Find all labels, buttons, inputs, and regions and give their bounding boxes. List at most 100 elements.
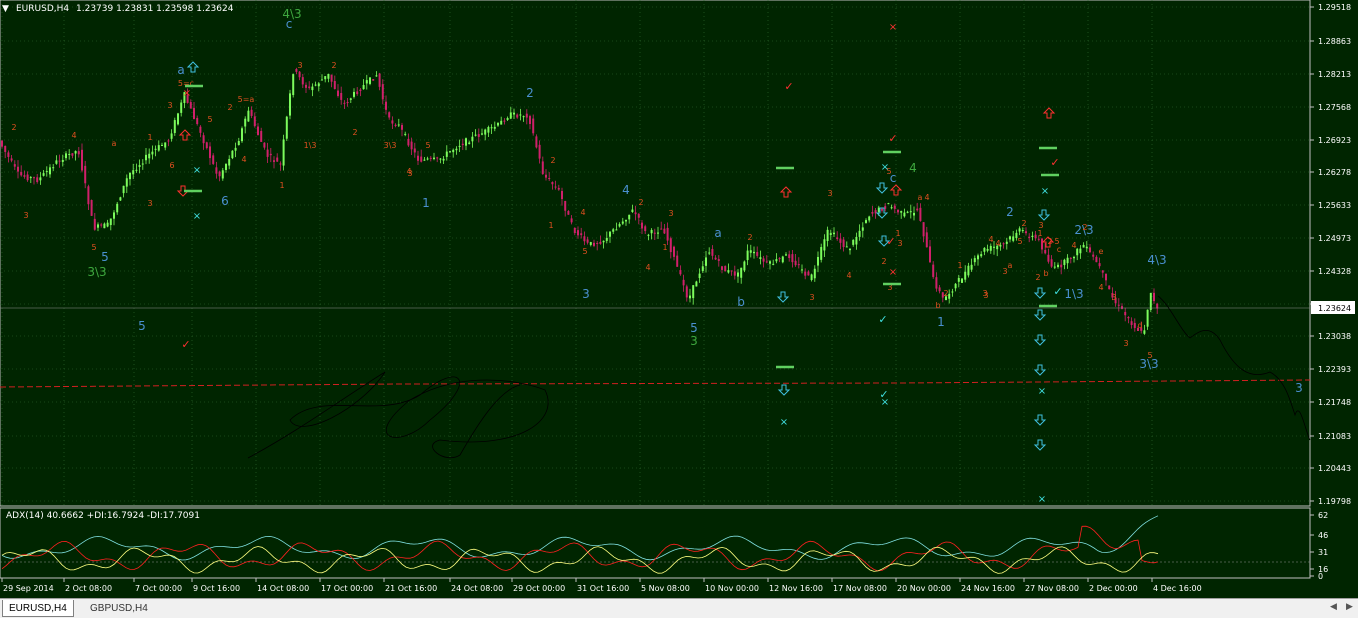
time-axis-label: 9 Oct 16:00 <box>193 584 240 593</box>
candle-body <box>266 149 269 157</box>
cross-icon: × <box>183 88 191 99</box>
candle-body <box>260 131 263 142</box>
up-arrow-icon <box>178 129 192 141</box>
candle-body <box>855 236 858 245</box>
candle-body <box>817 256 819 266</box>
time-axis-label: 24 Nov 16:00 <box>961 584 1015 593</box>
candle-body <box>573 227 576 233</box>
candle-body <box>209 146 211 159</box>
candle-body <box>586 239 589 243</box>
candle-body <box>807 271 810 276</box>
candle-body <box>279 163 282 165</box>
candle-body <box>218 171 221 177</box>
candle-body <box>135 169 138 171</box>
ohlc-values: 1.23739 1.23831 1.23598 1.23624 <box>76 4 234 14</box>
chart-canvas[interactable]: 1.29518 1.28863 1.28213 1.27568 1.26923 1.262… <box>0 0 1358 598</box>
candle-body <box>1009 236 1011 240</box>
candle-body <box>1146 309 1149 327</box>
up-arrow-icon <box>779 186 793 198</box>
chart-dropdown-icon[interactable]: ▼ <box>2 4 9 14</box>
candle-body <box>116 203 119 213</box>
candle-body <box>250 109 253 116</box>
small-wave-label: 1 <box>147 133 152 142</box>
candle-body <box>529 116 531 124</box>
small-wave-label: 3 <box>1038 221 1043 230</box>
candle-body <box>871 211 874 214</box>
adx-line <box>1 515 1159 561</box>
small-wave-label: 2 <box>747 233 752 242</box>
candle-body <box>93 218 96 230</box>
down-arrow-icon <box>1033 414 1047 426</box>
candle-body <box>125 178 128 187</box>
main-frame <box>0 0 1311 507</box>
candle-body <box>545 174 547 178</box>
candle-body <box>852 239 855 245</box>
down-arrow-icon <box>1033 309 1047 321</box>
candle-body <box>845 246 848 248</box>
candle-body <box>1098 263 1101 267</box>
price-tick-label: 1.28863 <box>1318 37 1351 46</box>
tab-eurusd-h4[interactable]: EURUSD,H4 <box>2 600 74 617</box>
up-arrow-icon <box>186 61 200 73</box>
candle-body <box>244 118 247 127</box>
price-tick-label: 1.23038 <box>1318 332 1351 341</box>
candle-body <box>84 165 87 184</box>
projection-path <box>1157 295 1311 441</box>
candle-body <box>1031 235 1034 238</box>
candle-body <box>778 258 781 260</box>
candle-body <box>490 127 493 129</box>
small-wave-label: 1 <box>662 243 667 252</box>
candle-body <box>714 257 717 260</box>
current-price-label: 1.23624 <box>1318 304 1351 313</box>
candle-body <box>359 89 362 92</box>
candle-body <box>695 281 698 287</box>
candle-body <box>221 170 224 179</box>
time-axis-label: 21 Oct 16:00 <box>385 584 437 593</box>
candle-body <box>679 270 682 275</box>
candle-body <box>749 250 752 253</box>
candle-body <box>97 224 99 228</box>
candle-body <box>145 154 147 161</box>
projection-dashed-line <box>0 379 1311 388</box>
candle-body <box>74 151 77 154</box>
candle-body <box>506 118 509 120</box>
time-axis-label: 17 Oct 00:00 <box>321 584 373 593</box>
scroll-left-icon[interactable]: ◀ <box>1330 602 1337 612</box>
chart-window[interactable]: 1.29518 1.28863 1.28213 1.27568 1.26923 1.262… <box>0 0 1358 598</box>
candle-body <box>378 73 381 87</box>
candle-body <box>605 237 608 241</box>
candle-body <box>727 270 730 273</box>
candle-body <box>4 145 7 152</box>
candle-body <box>685 286 688 298</box>
candle-body <box>36 177 39 183</box>
candle-body <box>669 238 672 253</box>
check-icon: ✓ <box>1050 156 1059 169</box>
tab-gbpusd-h4[interactable]: GBPUSD,H4 <box>84 600 160 617</box>
candle-body <box>503 120 506 122</box>
small-wave-label: 5 <box>1017 237 1022 246</box>
candle-body <box>273 160 275 162</box>
candle-body <box>554 186 557 188</box>
time-axis-label: 20 Nov 00:00 <box>897 584 951 593</box>
candle-body <box>58 160 61 162</box>
candle-body <box>513 112 515 115</box>
candle-body <box>449 151 451 153</box>
small-wave-label: 4 <box>995 239 1000 248</box>
candle-body <box>842 239 845 248</box>
candle-body <box>193 107 195 120</box>
scroll-right-icon[interactable]: ▶ <box>1346 602 1353 612</box>
candle-body <box>401 125 403 130</box>
small-wave-label: 5 <box>1147 351 1152 360</box>
candle-body <box>865 220 867 223</box>
candle-body <box>276 157 279 162</box>
down-arrow-icon <box>1033 364 1047 376</box>
candle-body <box>954 283 957 289</box>
small-wave-label: 4 <box>1098 283 1103 292</box>
candle-body <box>1085 246 1088 249</box>
candle-body <box>23 175 26 177</box>
candle-body <box>205 142 208 149</box>
candle-body <box>765 261 768 263</box>
candle-body <box>922 222 925 237</box>
candle-body <box>410 141 413 150</box>
candle-body <box>890 207 893 209</box>
